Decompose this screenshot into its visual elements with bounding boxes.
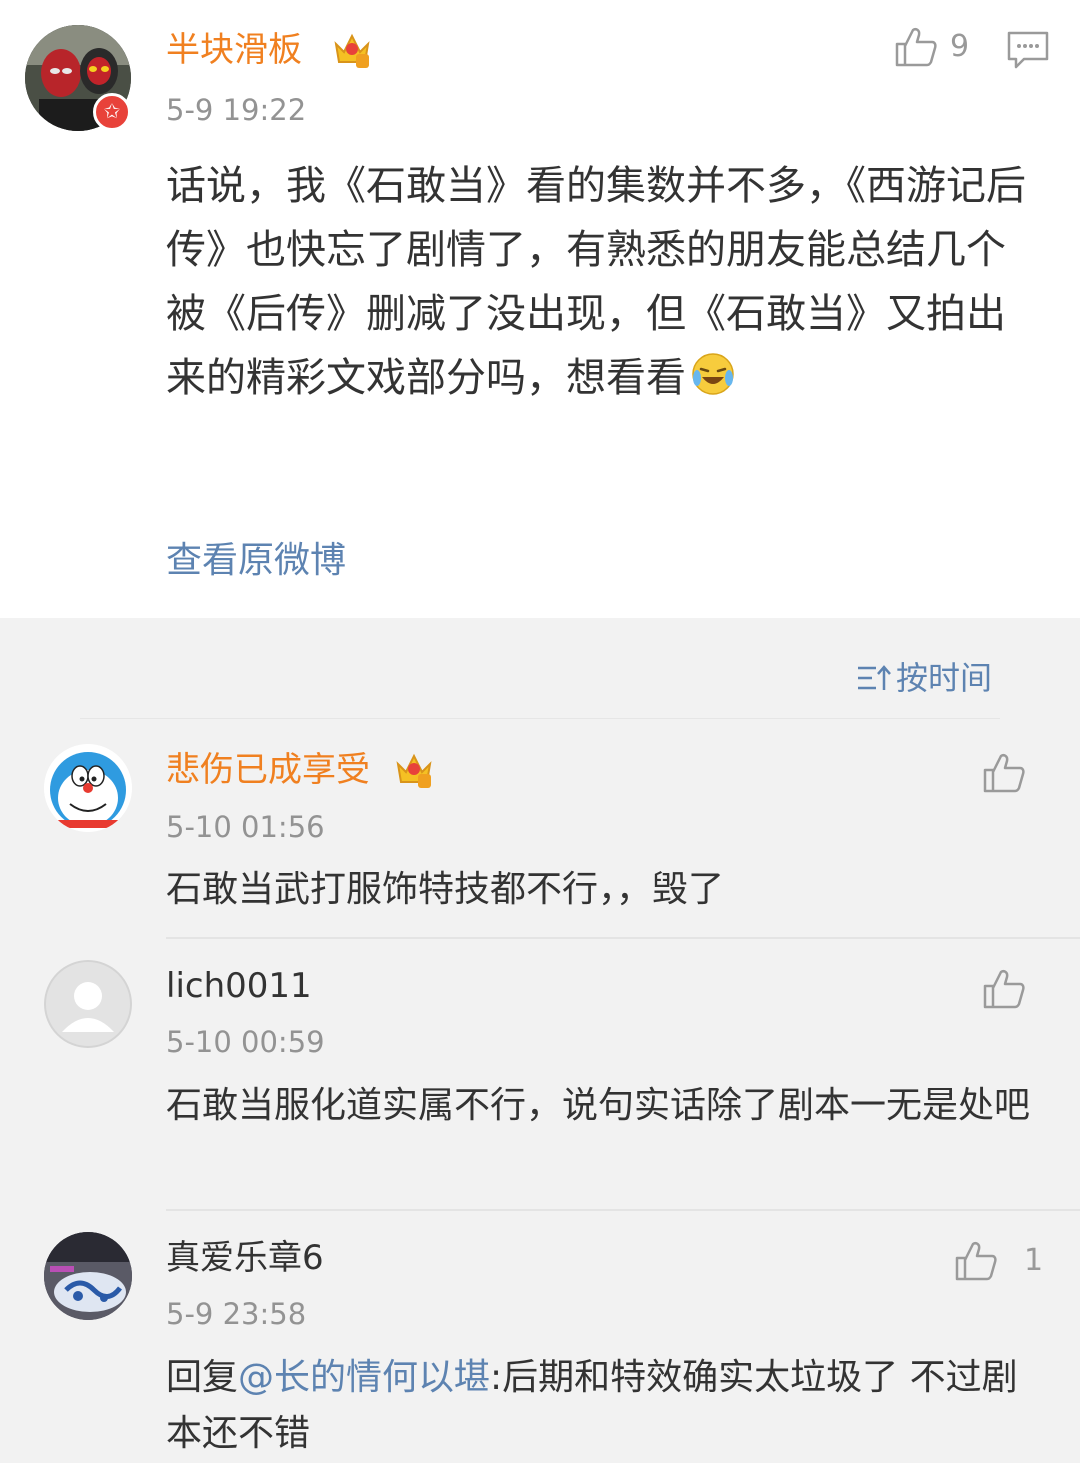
reply-prefix: 回复	[166, 1357, 239, 1398]
avatar[interactable]	[44, 1232, 132, 1320]
avatar[interactable]	[44, 960, 132, 1048]
vip-crown-icon	[396, 753, 432, 788]
sort-label: 按时间	[896, 659, 993, 697]
thumbs-up-icon	[983, 753, 1025, 793]
sort-by-time-button[interactable]: 按时间	[856, 656, 992, 700]
thumbs-up-icon	[955, 1241, 997, 1281]
comment-text: 回复@长的情何以堪:后期和特效确实太垃圾了 不过剧本还不错	[166, 1350, 1046, 1462]
post-username[interactable]: 半块滑板	[166, 28, 302, 72]
thumbs-up-icon	[983, 969, 1025, 1009]
sort-icon	[858, 665, 891, 690]
comment-username[interactable]: lich0011	[166, 964, 312, 1008]
vip-crown-icon	[334, 33, 370, 68]
comment-text: 石敢当武打服饰特技都不行，，毁了	[166, 869, 725, 910]
comment-time: 5-9 23:58	[166, 1297, 307, 1331]
divider	[80, 718, 1000, 719]
comment-username[interactable]: 真爱乐章6	[166, 1236, 324, 1280]
comment-icon[interactable]	[1006, 30, 1050, 70]
laugh-cry-emoji-icon	[692, 353, 734, 395]
post-like-count: 9	[950, 29, 970, 64]
post-time: 5-9 19:22	[166, 93, 307, 127]
comment-time: 5-10 00:59	[166, 1025, 325, 1059]
divider	[166, 937, 1080, 939]
post-text: 话说，我《石敢当》看的集数并不多，《西游记后传》也快忘了剧情了，有熟悉的朋友能总…	[166, 163, 1026, 401]
original-post: 半块滑板 5-9 19:22 9 话说，我《石敢当》看的集数并不多，《西游记后传…	[0, 0, 1080, 618]
comment-like-button[interactable]: 1	[954, 1240, 1043, 1282]
comment-like-count: 1	[1024, 1243, 1044, 1278]
comment-time: 5-10 01:56	[166, 810, 325, 844]
comment-username[interactable]: 悲伤已成享受	[166, 748, 370, 792]
post-like-button[interactable]: 9	[894, 26, 969, 68]
comment-text: 石敢当服化道实属不行，说句实话除了剧本一无是处吧	[166, 1085, 1031, 1126]
comment-like-button[interactable]	[982, 752, 1026, 794]
verified-badge-icon	[93, 93, 131, 131]
thumbs-up-icon	[895, 27, 937, 67]
avatar[interactable]	[44, 744, 132, 832]
divider	[166, 1209, 1080, 1211]
view-original-link[interactable]: 查看原微博	[166, 536, 346, 586]
comment-like-button[interactable]	[982, 968, 1026, 1010]
mention-link[interactable]: @长的情何以堪	[238, 1357, 490, 1398]
